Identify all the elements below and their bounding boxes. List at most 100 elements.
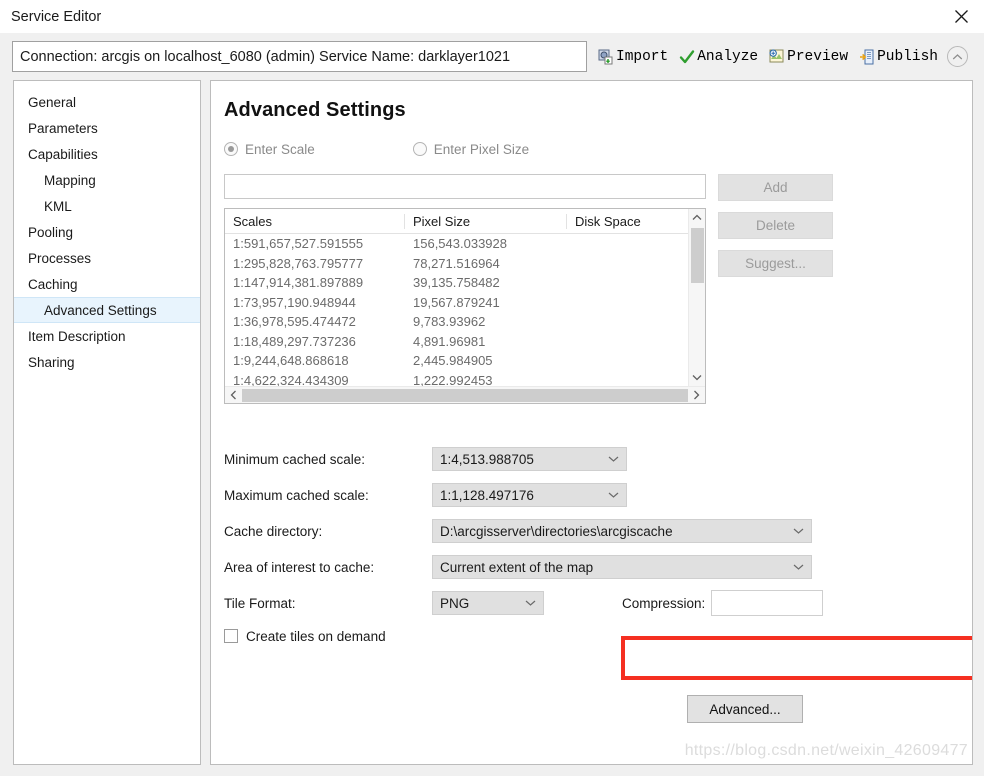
editor-body: General Parameters Capabilities Mapping … — [0, 80, 984, 776]
scales-table-inner: Scales Pixel Size Disk Space 1:591,657,5… — [225, 209, 705, 386]
sidebar-item-kml[interactable]: KML — [14, 193, 200, 219]
tile-format-value: PNG — [440, 595, 470, 611]
table-horizontal-scrollbar[interactable] — [225, 386, 705, 403]
table-row[interactable]: 1:9,244,648.868618 2,445.984905 — [225, 351, 688, 371]
table-row[interactable]: 1:147,914,381.897889 39,135.758482 — [225, 273, 688, 293]
sidebar-item-label: Advanced Settings — [44, 302, 157, 318]
radio-enter-pixel-size[interactable]: Enter Pixel Size — [412, 141, 530, 157]
sidebar-item-item-description[interactable]: Item Description — [14, 323, 200, 349]
publish-label: Publish — [877, 48, 938, 65]
cache-directory-select[interactable]: D:\arcgisserver\directories\arcgiscache — [432, 519, 812, 543]
table-row[interactable]: 1:4,622,324.434309 1,222.992453 — [225, 371, 688, 386]
chevron-down-icon — [793, 564, 804, 571]
maximum-cached-scale-select[interactable]: 1:1,128.497176 — [432, 483, 627, 507]
cell-scale: 1:18,489,297.737236 — [233, 333, 356, 349]
table-vertical-scrollbar[interactable] — [688, 209, 705, 386]
scales-table-header: Scales Pixel Size Disk Space — [225, 209, 688, 234]
maximum-cached-scale-value: 1:1,128.497176 — [440, 487, 534, 503]
minimum-cached-scale-label: Minimum cached scale: — [224, 451, 366, 467]
radio-enter-pixel-size-label: Enter Pixel Size — [433, 141, 530, 157]
sidebar-item-label: Mapping — [44, 172, 96, 188]
row-tile-format: Tile Format: PNG Compression: — [224, 585, 972, 621]
sidebar-item-label: Processes — [28, 250, 92, 266]
cell-scale: 1:147,914,381.897889 — [233, 275, 364, 291]
chevron-down-icon — [608, 492, 619, 499]
sidebar-item-mapping[interactable]: Mapping — [14, 167, 200, 193]
scroll-down-icon[interactable] — [692, 369, 702, 386]
scale-input[interactable] — [224, 174, 706, 199]
scroll-right-icon[interactable] — [688, 390, 705, 400]
sidebar-item-capabilities[interactable]: Capabilities — [14, 141, 200, 167]
cell-scale: 1:73,957,190.948944 — [233, 294, 356, 310]
radio-button-icon — [224, 142, 238, 156]
cell-pixel-size: 78,271.516964 — [413, 255, 500, 271]
sidebar-item-label: Caching — [28, 276, 78, 292]
create-tiles-checkbox[interactable] — [224, 629, 238, 643]
radio-enter-scale[interactable]: Enter Scale — [224, 142, 315, 157]
sidebar-item-caching[interactable]: Caching — [14, 271, 200, 297]
preview-icon — [769, 49, 785, 65]
column-header-pixel-size[interactable]: Pixel Size — [405, 213, 567, 229]
import-label: Import — [616, 48, 669, 65]
publish-icon — [859, 49, 875, 65]
horizontal-scrollbar-thumb[interactable] — [242, 388, 688, 402]
add-button[interactable]: Add — [718, 174, 833, 201]
chevron-down-icon — [608, 456, 619, 463]
close-icon — [954, 9, 969, 24]
minimum-cached-scale-value: 1:4,513.988705 — [440, 451, 534, 467]
close-button[interactable] — [938, 0, 984, 33]
preview-button[interactable]: Preview — [769, 49, 848, 65]
table-row[interactable]: 1:295,828,763.795777 78,271.516964 — [225, 254, 688, 274]
tile-format-select[interactable]: PNG — [432, 591, 544, 615]
row-area-of-interest: Area of interest to cache: Current exten… — [224, 549, 972, 585]
sidebar-item-pooling[interactable]: Pooling — [14, 219, 200, 245]
sidebar-item-label: Pooling — [28, 224, 74, 240]
table-row[interactable]: 1:591,657,527.591555 156,543.033928 — [225, 234, 688, 254]
advanced-button[interactable]: Advanced... — [687, 695, 803, 723]
table-row[interactable]: 1:73,957,190.948944 19,567.879241 — [225, 293, 688, 313]
check-icon — [679, 49, 695, 65]
area-of-interest-select[interactable]: Current extent of the map — [432, 555, 812, 579]
column-header-disk-space[interactable]: Disk Space — [567, 214, 682, 229]
radio-button-icon — [412, 142, 427, 156]
sidebar-item-processes[interactable]: Processes — [14, 245, 200, 271]
scroll-left-icon[interactable] — [225, 390, 242, 400]
column-header-scales[interactable]: Scales — [225, 213, 405, 229]
tile-format-label: Tile Format: — [224, 595, 296, 611]
scroll-up-icon[interactable] — [692, 209, 702, 226]
preview-label: Preview — [787, 48, 849, 65]
import-button[interactable]: Import — [598, 49, 668, 65]
sidebar-item-parameters[interactable]: Parameters — [14, 115, 200, 141]
scales-grid-area: Scales Pixel Size Disk Space 1:591,657,5… — [224, 174, 972, 404]
service-editor-window: Service Editor Connection: arcgis on loc… — [0, 0, 984, 776]
sidebar-item-label: Parameters — [28, 120, 98, 136]
minimum-cached-scale-select[interactable]: 1:4,513.988705 — [432, 447, 627, 471]
row-cache-directory: Cache directory: D:\arcgisserver\directo… — [224, 513, 972, 549]
create-tiles-label: Create tiles on demand — [246, 628, 386, 644]
publish-button[interactable]: Publish — [859, 49, 938, 65]
row-minimum-cached-scale: Minimum cached scale: 1:4,513.988705 — [224, 441, 972, 477]
table-row[interactable]: 1:36,978,595.474472 9,783.93962 — [225, 312, 688, 332]
cell-pixel-size: 2,445.984905 — [413, 353, 493, 369]
window-title: Service Editor — [11, 8, 102, 25]
sidebar-item-label: Item Description — [28, 328, 126, 344]
connection-field[interactable]: Connection: arcgis on localhost_6080 (ad… — [12, 41, 587, 72]
chevron-down-icon — [793, 528, 804, 535]
analyze-button[interactable]: Analyze — [679, 49, 758, 65]
scales-table: Scales Pixel Size Disk Space 1:591,657,5… — [224, 208, 706, 404]
table-row[interactable]: 1:18,489,297.737236 4,891.96981 — [225, 332, 688, 352]
vertical-scrollbar-thumb[interactable] — [690, 228, 704, 283]
scales-table-main: Scales Pixel Size Disk Space 1:591,657,5… — [225, 209, 688, 386]
sidebar-item-general[interactable]: General — [14, 89, 200, 115]
compression-input[interactable] — [711, 590, 824, 616]
sidebar-item-sharing[interactable]: Sharing — [14, 349, 200, 375]
delete-button[interactable]: Delete — [718, 212, 833, 239]
cell-pixel-size: 1,222.992453 — [413, 372, 493, 386]
cell-scale: 1:591,657,527.591555 — [233, 236, 364, 252]
collapse-toolbar-button[interactable] — [946, 46, 968, 67]
sidebar-item-label: Sharing — [28, 354, 75, 370]
suggest-button[interactable]: Suggest... — [718, 250, 833, 277]
sidebar-item-advanced-settings[interactable]: Advanced Settings — [14, 297, 200, 323]
cache-directory-value: D:\arcgisserver\directories\arcgiscache — [440, 523, 673, 539]
cell-scale: 1:4,622,324.434309 — [233, 372, 349, 386]
